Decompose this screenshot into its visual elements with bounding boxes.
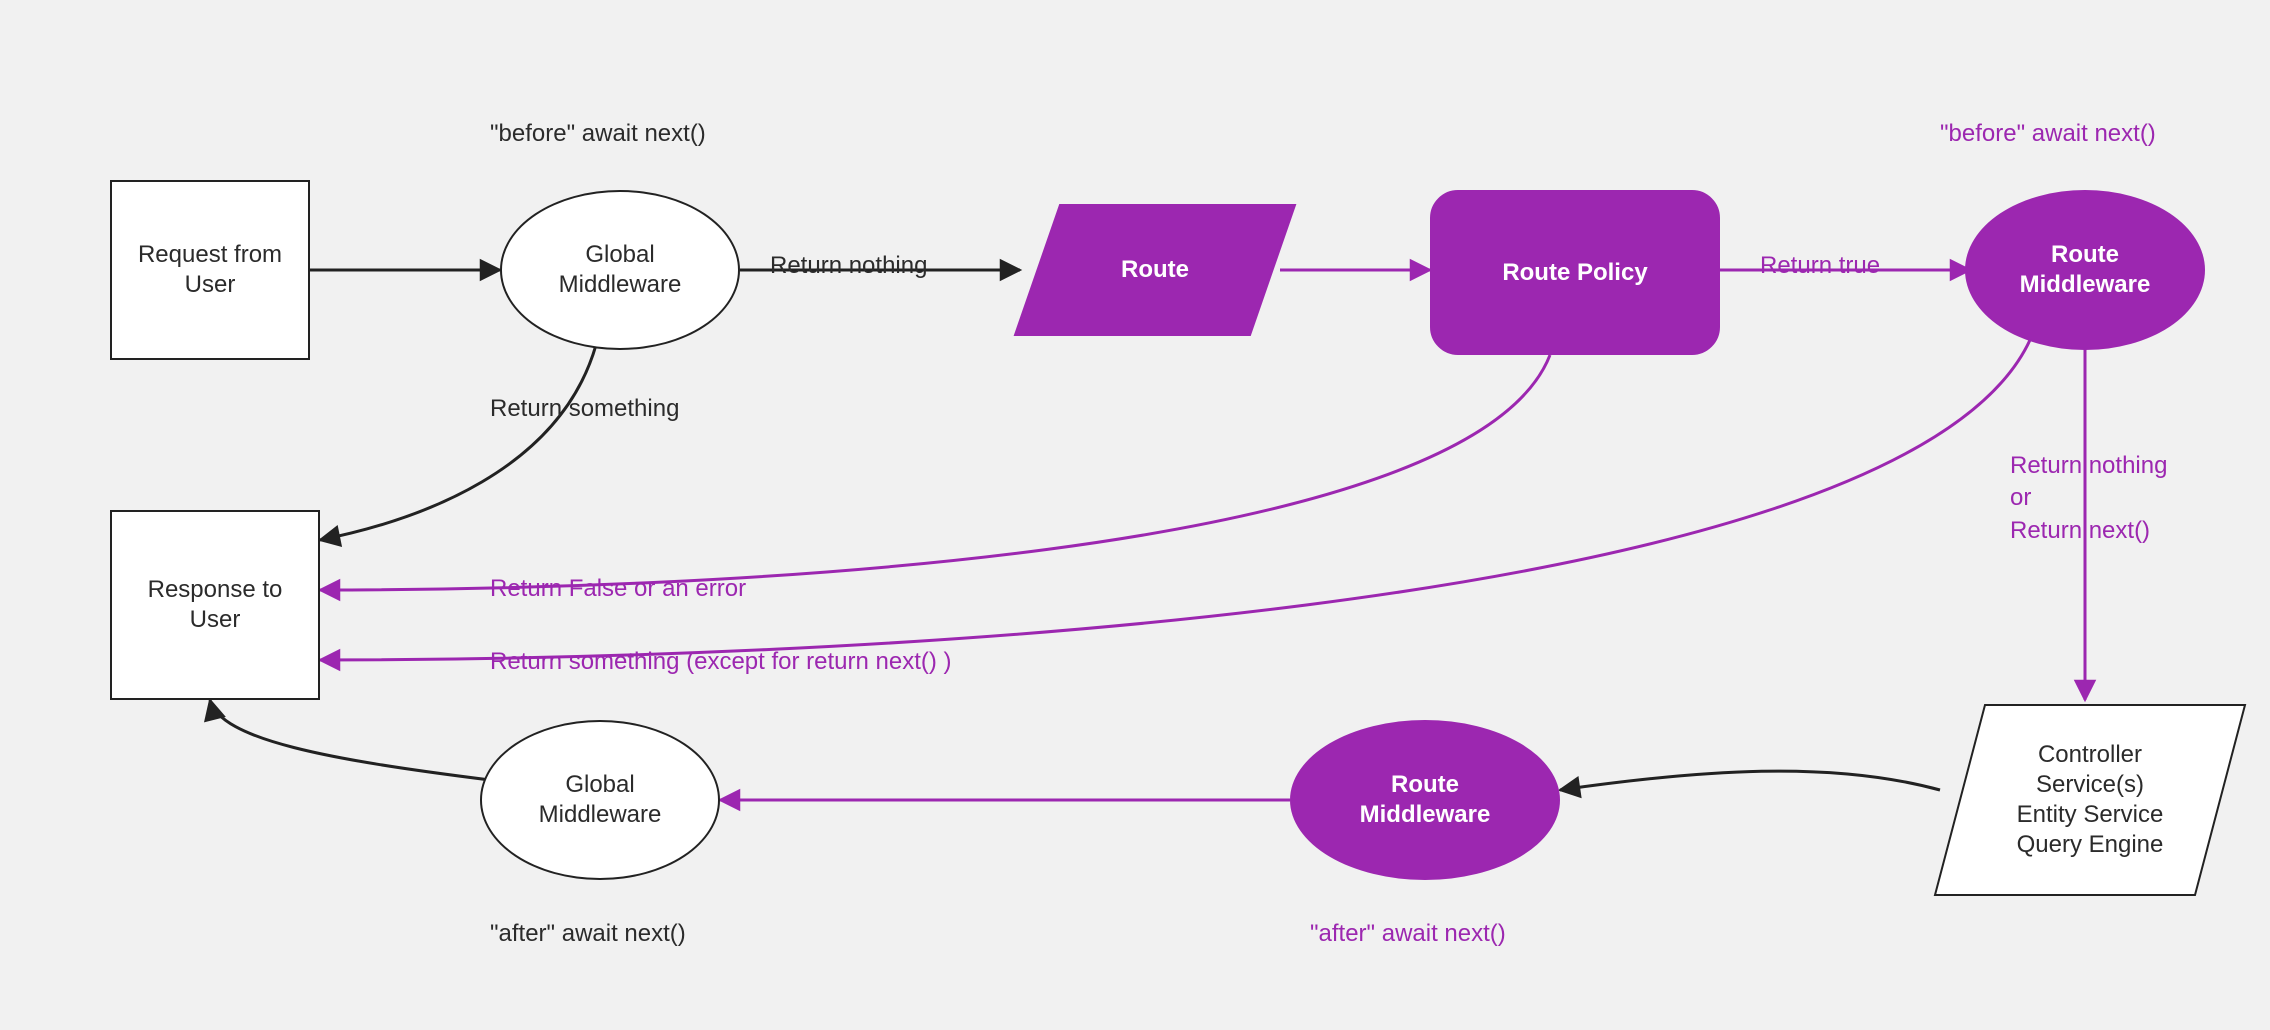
node-global-middleware-top-label: Global Middleware — [545, 234, 696, 306]
edge-globalmw-to-response — [320, 345, 596, 540]
node-global-middleware-bottom-label: Global Middleware — [525, 764, 676, 836]
edge-label-return-something-except-next: Return something (except for return next… — [490, 648, 952, 676]
edge-routemw-to-response — [320, 340, 2030, 660]
node-request-from-user-label: Request from User — [124, 234, 296, 306]
edge-policy-to-response — [320, 355, 1550, 590]
node-route-middleware-bottom-label: Route Middleware — [1346, 764, 1505, 836]
edge-globalmw2-to-response — [210, 700, 490, 780]
node-route-middleware-top-label: Route Middleware — [2006, 234, 2165, 306]
edge-label-return-nothing-or-next: Return nothing or Return next() — [2010, 450, 2167, 547]
annotation-before-await-next-top: "before" await next() — [490, 120, 706, 148]
node-global-middleware-top: Global Middleware — [500, 190, 740, 350]
node-global-middleware-bottom: Global Middleware — [480, 720, 720, 880]
edge-label-return-false-error: Return False or an error — [490, 575, 746, 603]
edge-label-return-nothing: Return nothing — [770, 252, 927, 280]
annotation-before-await-next-right: "before" await next() — [1940, 120, 2156, 148]
edge-label-return-true: Return true — [1760, 252, 1880, 280]
node-request-from-user: Request from User — [110, 180, 310, 360]
node-route-middleware-top: Route Middleware — [1965, 190, 2205, 350]
node-route-policy-label: Route Policy — [1488, 252, 1661, 294]
node-response-to-user-label: Response to User — [134, 569, 297, 641]
edge-label-return-something: Return something — [490, 395, 679, 423]
node-response-to-user: Response to User — [110, 510, 320, 700]
edge-controller-to-routemw2 — [1560, 771, 1940, 790]
annotation-after-await-next-left: "after" await next() — [490, 920, 686, 948]
diagram-canvas: Request from User Global Middleware "bef… — [0, 0, 2270, 1030]
node-route-middleware-bottom: Route Middleware — [1290, 720, 1560, 880]
node-route-policy: Route Policy — [1430, 190, 1720, 355]
annotation-after-await-next-right: "after" await next() — [1310, 920, 1506, 948]
node-controller-stack — [1930, 700, 2250, 900]
node-route — [1010, 200, 1300, 340]
